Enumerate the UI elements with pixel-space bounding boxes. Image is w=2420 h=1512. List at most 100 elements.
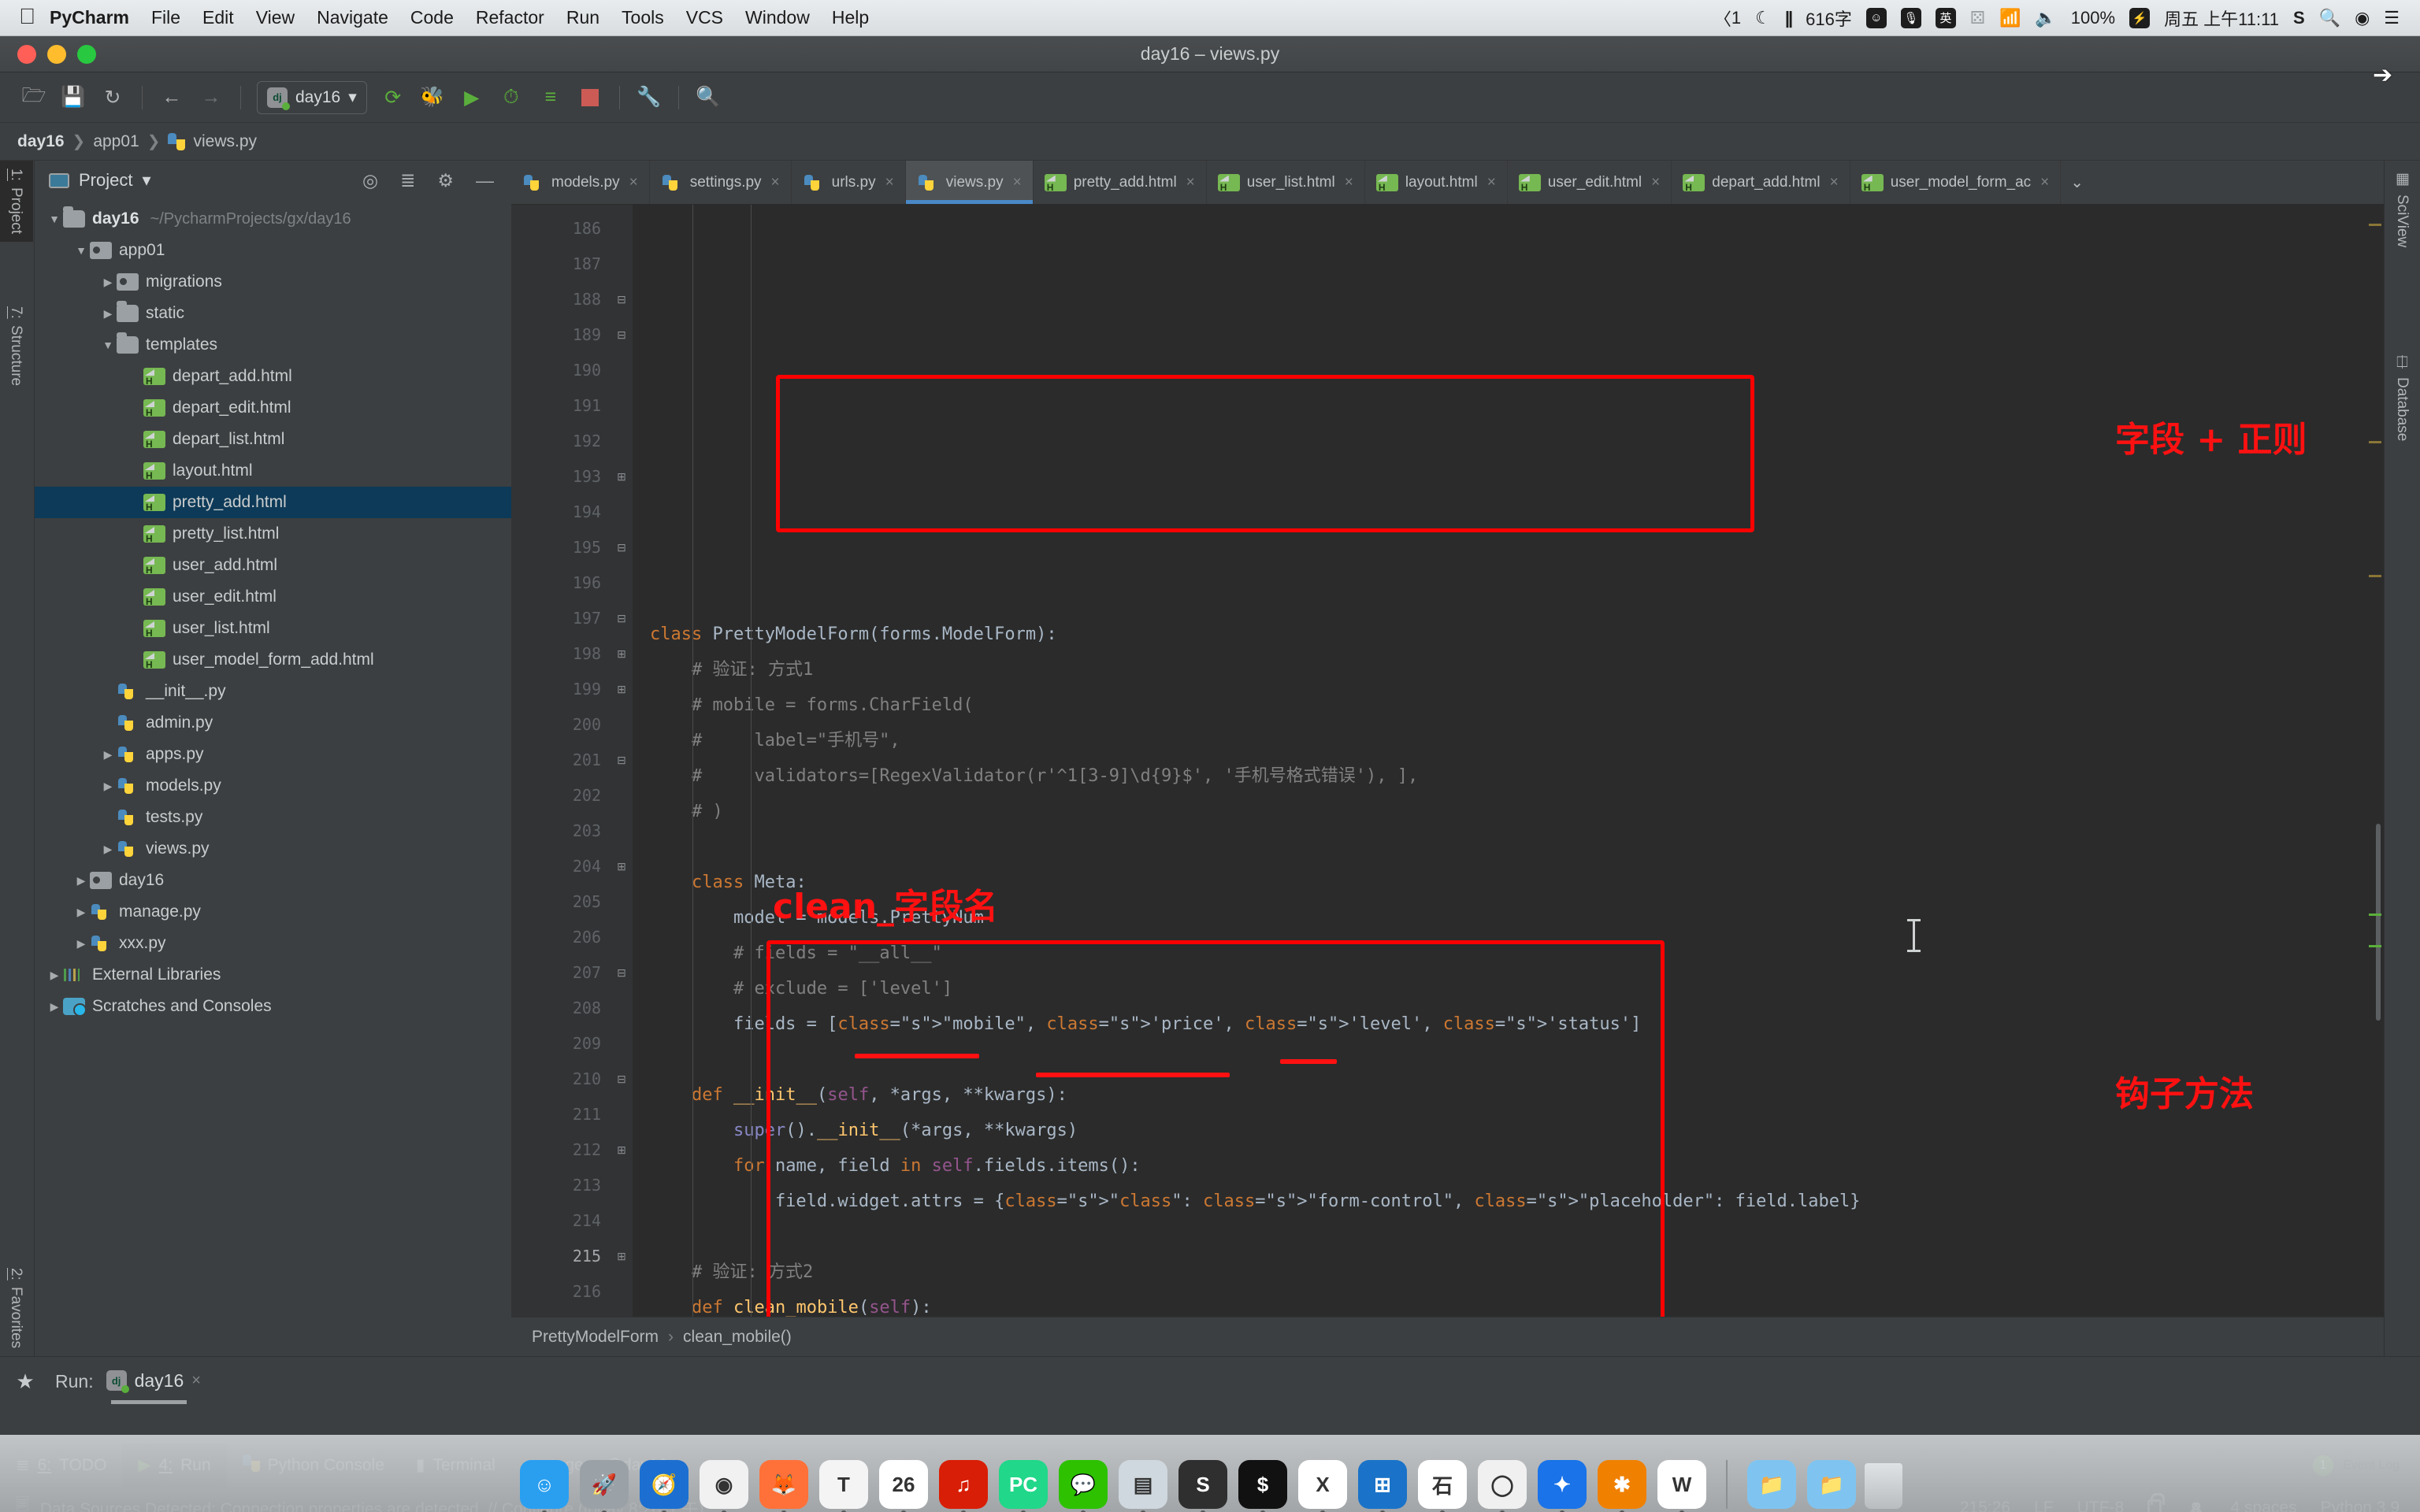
dock-app-shimo[interactable]: 石: [1418, 1460, 1467, 1509]
back-arrow-icon[interactable]: ←: [154, 80, 190, 115]
tree-node[interactable]: user_add.html: [35, 550, 511, 581]
editor-tab[interactable]: urls.py×: [792, 161, 906, 204]
menu-edit[interactable]: Edit: [202, 7, 234, 28]
tree-node[interactable]: user_edit.html: [35, 581, 511, 613]
fold-marker-icon[interactable]: ⊞: [611, 1132, 633, 1168]
flag-status-icon[interactable]: 〈1: [1714, 6, 1741, 31]
profile-icon[interactable]: ⏱: [493, 80, 529, 115]
fold-marker-icon[interactable]: ⊞: [611, 459, 633, 495]
chevron-right-icon[interactable]: ▶: [99, 307, 117, 321]
dock-app-excel[interactable]: X: [1298, 1460, 1347, 1509]
tree-node[interactable]: admin.py: [35, 707, 511, 739]
gear-icon[interactable]: ⚙: [431, 170, 460, 191]
tree-node[interactable]: ▶day16: [35, 865, 511, 896]
dock-app-launchpad[interactable]: 🚀: [580, 1460, 629, 1509]
dock-app-chrome[interactable]: ◉: [700, 1460, 748, 1509]
smiley-icon[interactable]: ☺: [1866, 8, 1887, 28]
chevron-right-icon[interactable]: ▶: [99, 843, 117, 856]
dock-app-parallels[interactable]: ⊞: [1358, 1460, 1407, 1509]
editor-tab[interactable]: user_edit.html×: [1508, 161, 1672, 204]
fold-marker-icon[interactable]: ⊟: [611, 743, 633, 778]
sidebar-item-project[interactable]: 1: Project: [0, 161, 33, 242]
tree-node[interactable]: pretty_add.html: [35, 487, 511, 518]
tree-node[interactable]: pretty_list.html: [35, 518, 511, 550]
battery-charging-icon[interactable]: ⚡: [2129, 8, 2150, 28]
run-with-icon[interactable]: ≡: [533, 80, 569, 115]
tree-node[interactable]: ▶Scratches and Consoles: [35, 991, 511, 1022]
close-icon[interactable]: ×: [1345, 174, 1353, 191]
dock-app-netease-music[interactable]: ♫: [939, 1460, 988, 1509]
dock-app-firefox[interactable]: 🦊: [759, 1460, 808, 1509]
coverage-icon[interactable]: ▶: [454, 80, 490, 115]
close-icon[interactable]: ×: [2040, 174, 2049, 191]
editor-tab[interactable]: layout.html×: [1365, 161, 1508, 204]
dock-downloads-folder[interactable]: 📁: [1747, 1460, 1796, 1509]
editor-tab[interactable]: models.py×: [511, 161, 650, 204]
tree-node[interactable]: __init__.py: [35, 676, 511, 707]
apple-icon[interactable]: : [19, 6, 35, 28]
wifi-icon[interactable]: 📶: [1999, 8, 2021, 28]
editor-tab[interactable]: settings.py×: [650, 161, 792, 204]
dock-app-iterm[interactable]: $: [1238, 1460, 1287, 1509]
tabs-overflow-chevron-icon[interactable]: ⌄: [2061, 161, 2093, 204]
pause-icon[interactable]: ||: [1785, 8, 1791, 28]
menu-refactor[interactable]: Refactor: [476, 7, 544, 28]
moon-icon[interactable]: ☾: [1755, 8, 1771, 28]
editor-tab[interactable]: pretty_add.html×: [1034, 161, 1207, 204]
stop-icon[interactable]: [572, 80, 608, 115]
dock-app-xmind[interactable]: ✱: [1598, 1460, 1646, 1509]
menu-help[interactable]: Help: [832, 7, 869, 28]
tree-node[interactable]: ▼templates: [35, 329, 511, 361]
close-icon[interactable]: ×: [191, 1372, 201, 1390]
menu-pycharm[interactable]: PyCharm: [50, 7, 129, 28]
search-everywhere-icon[interactable]: 🔍: [690, 80, 726, 115]
editor-tab[interactable]: depart_add.html×: [1672, 161, 1850, 204]
close-icon[interactable]: ×: [629, 174, 638, 191]
volume-icon[interactable]: 🔈: [2035, 8, 2056, 28]
fold-marker-icon[interactable]: ⊞: [611, 849, 633, 884]
tree-node[interactable]: ▶static: [35, 298, 511, 329]
tree-node[interactable]: ▶External Libraries: [35, 959, 511, 991]
run-configuration-selector[interactable]: dj day16 ▾: [257, 81, 367, 114]
fold-marker-icon[interactable]: ⊟: [611, 282, 633, 317]
tree-node[interactable]: ▶views.py: [35, 833, 511, 865]
chevron-right-icon[interactable]: ▶: [72, 874, 90, 888]
menu-run[interactable]: Run: [566, 7, 599, 28]
dock-app-wechat[interactable]: 💬: [1059, 1460, 1108, 1509]
locate-target-icon[interactable]: ◎: [356, 170, 384, 191]
menu-vcs[interactable]: VCS: [686, 7, 723, 28]
dock-app-typora[interactable]: T: [819, 1460, 868, 1509]
chevron-right-icon[interactable]: ▶: [46, 1000, 63, 1014]
mic-icon[interactable]: 🎙: [1901, 8, 1921, 28]
chevron-right-icon[interactable]: ▶: [99, 276, 117, 289]
minimize-icon[interactable]: —: [470, 170, 500, 191]
chevron-right-icon[interactable]: ▶: [99, 748, 117, 762]
favorites-star-icon[interactable]: ★: [8, 1369, 43, 1394]
tree-node[interactable]: tests.py: [35, 802, 511, 833]
dock-app-word[interactable]: W: [1657, 1460, 1706, 1509]
sync-icon[interactable]: ↻: [95, 80, 131, 115]
rerun-icon[interactable]: ⟳: [375, 80, 411, 115]
close-icon[interactable]: ×: [1186, 174, 1195, 191]
breadcrumb-item-app[interactable]: app01: [93, 132, 139, 151]
forward-arrow-icon[interactable]: →: [193, 80, 229, 115]
tree-node[interactable]: layout.html: [35, 455, 511, 487]
crumb-class[interactable]: PrettyModelForm: [532, 1328, 659, 1347]
dock-app-dingtalk[interactable]: ✦: [1538, 1460, 1587, 1509]
tree-node[interactable]: user_list.html: [35, 613, 511, 644]
tree-node[interactable]: ▶migrations: [35, 266, 511, 298]
tree-node[interactable]: depart_edit.html: [35, 392, 511, 424]
fold-marker-icon[interactable]: ⊟: [611, 955, 633, 991]
debug-bug-icon[interactable]: 🐝: [414, 80, 451, 115]
fold-marker-icon[interactable]: ⊞: [611, 672, 633, 707]
fold-marker-icon[interactable]: ⊟: [611, 317, 633, 353]
run-session-tab[interactable]: dj day16 ×: [106, 1370, 201, 1393]
menu-code[interactable]: Code: [410, 7, 454, 28]
dock-app-calendar[interactable]: 26: [879, 1460, 928, 1509]
menu-tools[interactable]: Tools: [622, 7, 664, 28]
dock-app-keynote-preview[interactable]: ▤: [1119, 1460, 1167, 1509]
fold-marker-icon[interactable]: ⊞: [611, 1239, 633, 1274]
chevron-right-icon[interactable]: ▶: [46, 969, 63, 982]
fold-marker-icon[interactable]: ⊟: [611, 1062, 633, 1097]
chevron-right-icon[interactable]: ▶: [72, 937, 90, 951]
